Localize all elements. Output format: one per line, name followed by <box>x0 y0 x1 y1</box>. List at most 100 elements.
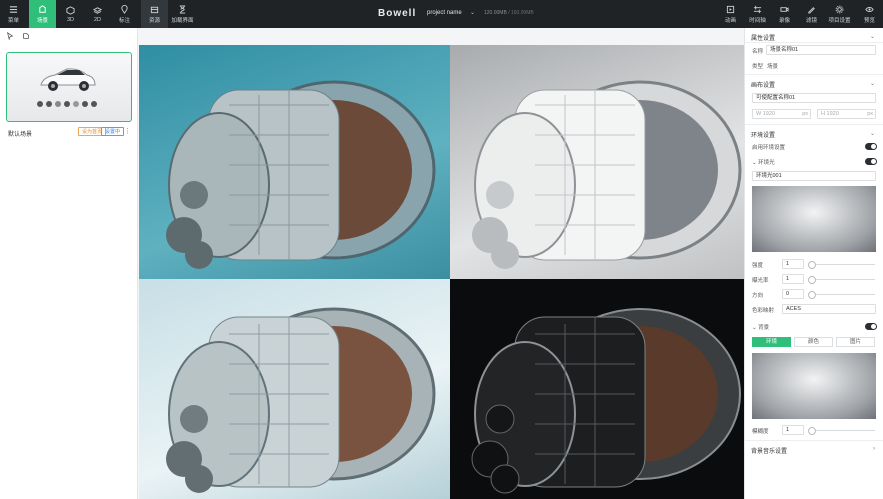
width-unit: px <box>802 111 808 117</box>
chevron-down-icon[interactable]: ⌄ <box>870 80 875 87</box>
direction-slider[interactable] <box>808 291 875 299</box>
env-light-toggle[interactable] <box>865 158 877 165</box>
env-ref-label: 启用环境设置 <box>752 145 786 151</box>
project-size: 120.00MB / 160.00MB <box>484 10 534 16</box>
project-size-used: 120.00MB <box>484 10 507 16</box>
layers-icon <box>93 6 102 14</box>
exposure-label: 曝光率 <box>752 278 769 284</box>
chevron-down-icon[interactable]: ⌄ <box>870 33 875 40</box>
timeline-label: 时间轴 <box>749 17 766 24</box>
bg-tab-color[interactable]: 颜色 <box>794 337 833 347</box>
name-label: 名称 <box>752 49 764 55</box>
render-light <box>139 279 450 499</box>
2d-button[interactable]: 2D <box>84 0 111 28</box>
divider <box>745 440 883 441</box>
env-light-label[interactable]: ⌄ 环境光 <box>752 158 775 166</box>
cursor-icon[interactable] <box>6 32 14 40</box>
properties-panel: 属性设置 ⌄ 名称 场景名称01 类型 场景 画布设置 ⌄ 可使配置名称01 W… <box>744 28 883 499</box>
engine-render-image <box>472 80 742 269</box>
env-preview-image <box>752 186 876 252</box>
record-button[interactable]: 录像 <box>771 0 798 28</box>
env-section-title[interactable]: 环境设置 <box>751 130 775 139</box>
animation-label: 动画 <box>724 17 736 24</box>
bg-label[interactable]: ⌄ 背景 <box>752 323 769 331</box>
name-field[interactable]: 场景名称01 <box>766 45 876 55</box>
intensity-slider[interactable] <box>808 261 875 269</box>
timeline-button[interactable]: 时间轴 <box>744 0 771 28</box>
env-ref-toggle[interactable] <box>865 143 877 150</box>
canvas-section-title[interactable]: 画布设置 <box>751 80 775 89</box>
render-viewport[interactable] <box>139 45 744 499</box>
material-swatches <box>37 101 97 107</box>
chevron-down-icon[interactable]: ⌄ <box>870 130 875 137</box>
filter-button[interactable]: 滤镜 <box>798 0 825 28</box>
video-icon <box>780 6 789 12</box>
project-size-total: / 160.00MB <box>508 10 534 16</box>
scene-name[interactable]: 默认场景 <box>8 129 32 138</box>
top-toolbar: 菜单 场景 3D 2D 标注 资源 加载界面 Bowell project na… <box>0 0 883 28</box>
width-label: W <box>756 111 762 117</box>
eye-icon <box>865 6 874 12</box>
bg-music-title[interactable]: 背景音乐设置 <box>751 446 787 455</box>
render-teal <box>139 45 450 279</box>
scene-tools <box>0 28 137 44</box>
menu-label: 菜单 <box>7 17 19 24</box>
annotate-label: 标注 <box>118 17 130 24</box>
blur-field[interactable]: 1 <box>782 425 804 435</box>
cube-icon <box>66 5 75 15</box>
3d-button[interactable]: 3D <box>57 0 84 28</box>
2d-label: 2D <box>93 16 102 23</box>
height-unit: px <box>867 111 873 117</box>
timeline-icon <box>753 5 762 13</box>
blur-slider[interactable] <box>808 427 875 435</box>
exposure-slider[interactable] <box>808 276 875 284</box>
assets-label: 资源 <box>148 17 160 24</box>
watermark-logo: 大数跨境 <box>8 471 68 487</box>
assets-button[interactable]: 资源 <box>141 0 168 28</box>
more-icon[interactable]: ⋮ <box>124 127 131 135</box>
project-settings-button[interactable]: 项目设置 <box>826 0 853 28</box>
project-name[interactable]: project name <box>427 10 462 16</box>
load-page-button[interactable]: 加载界面 <box>168 0 197 28</box>
chevron-down-icon[interactable]: ⌄ <box>470 9 475 16</box>
preview-button[interactable]: 预览 <box>856 0 883 28</box>
env-light-text: 环境光 <box>758 160 775 166</box>
env-light-select[interactable]: 环境光001 <box>752 171 876 181</box>
intensity-field[interactable]: 1 <box>782 259 804 269</box>
bg-label-text: 背景 <box>758 325 770 331</box>
blur-label: 模糊度 <box>752 429 769 435</box>
engine-render-image <box>166 80 436 269</box>
gear-icon <box>835 5 844 13</box>
exposure-field[interactable]: 1 <box>782 274 804 284</box>
width-field[interactable]: W 1920 px <box>752 109 811 119</box>
scene-thumbnail[interactable] <box>6 52 132 122</box>
engine-render-image <box>166 307 436 493</box>
attr-section-title[interactable]: 属性设置 <box>751 33 775 42</box>
hourglass-icon <box>179 4 186 14</box>
height-field[interactable]: H 1920 px <box>817 109 876 119</box>
scene-icon <box>39 4 46 13</box>
new-scene-icon[interactable] <box>22 32 30 40</box>
annotate-button[interactable]: 标注 <box>111 0 138 28</box>
pin-icon <box>121 4 128 14</box>
menu-button[interactable]: 菜单 <box>0 0 27 28</box>
width-value: 1920 <box>762 111 775 117</box>
canvas-preset-select[interactable]: 可使配置名称01 <box>752 93 876 103</box>
bg-tab-image[interactable]: 图片 <box>836 337 875 347</box>
bg-tab-env[interactable]: 环境 <box>752 337 791 347</box>
bg-toggle[interactable] <box>865 323 877 330</box>
record-label: 录像 <box>778 17 790 24</box>
divider <box>745 74 883 75</box>
height-value: 1920 <box>826 111 839 117</box>
animation-button[interactable]: 动画 <box>717 0 744 28</box>
render-dark <box>450 279 744 499</box>
car-image <box>40 68 96 91</box>
direction-field[interactable]: 0 <box>782 289 804 299</box>
scene-button[interactable]: 场景 <box>29 0 56 28</box>
chevron-right-icon[interactable]: › <box>873 446 875 452</box>
tonemap-select[interactable]: ACES <box>782 304 876 314</box>
engine-render-image <box>471 308 741 494</box>
brand-logo: Bowell <box>378 8 417 19</box>
type-value: 场景 <box>767 64 779 70</box>
setting-tag[interactable]: 设置中 <box>101 127 125 136</box>
